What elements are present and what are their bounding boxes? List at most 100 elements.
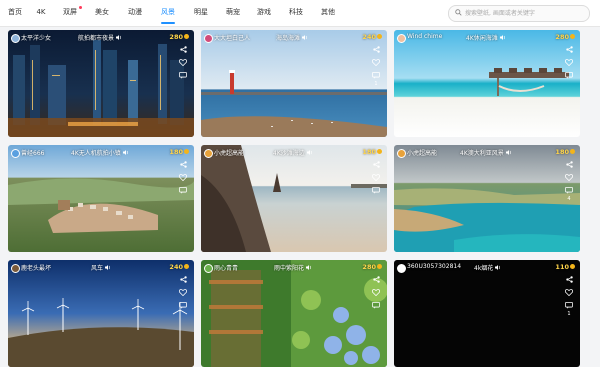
search-box[interactable] — [448, 5, 590, 22]
heart-icon[interactable] — [372, 174, 380, 181]
heart-icon[interactable] — [179, 174, 187, 181]
volume-icon[interactable] — [306, 150, 313, 155]
wallpaper-card[interactable]: 小虎超高能 4K澳大利亚风景 180 4 — [394, 145, 580, 252]
share-icon[interactable] — [179, 161, 187, 168]
tab-beauty[interactable]: 美女 — [90, 0, 114, 24]
share-icon[interactable] — [179, 46, 187, 53]
volume-icon[interactable] — [301, 35, 308, 40]
volume-icon[interactable] — [499, 35, 506, 40]
search-input[interactable] — [465, 6, 583, 21]
tab-dual-screen[interactable]: 双屏 — [58, 0, 82, 24]
heart-icon[interactable] — [179, 289, 187, 296]
volume-icon[interactable] — [505, 150, 512, 155]
tab-4k[interactable]: 4K — [30, 0, 52, 24]
price-badge: 180 — [555, 148, 575, 156]
tab-scenery[interactable]: 风景 — [155, 0, 181, 24]
tab-celebrity[interactable]: 明星 — [189, 0, 213, 24]
uploader-name[interactable]: 曾经666 — [21, 148, 44, 157]
volume-icon[interactable] — [104, 265, 111, 270]
wallpaper-card[interactable]: 大大坦白己人 海岛海滩 240 1 — [201, 30, 387, 137]
price-badge: 240 — [362, 33, 382, 41]
comment-icon[interactable] — [565, 187, 573, 194]
comment-icon[interactable] — [565, 72, 573, 79]
avatar[interactable] — [204, 149, 213, 158]
tab-anime[interactable]: 动漫 — [123, 0, 147, 24]
heart-icon[interactable] — [565, 289, 573, 296]
comment-count: 1 — [567, 311, 571, 317]
heart-icon[interactable] — [565, 59, 573, 66]
share-icon[interactable] — [179, 276, 187, 283]
volume-icon[interactable] — [305, 265, 312, 270]
coin-icon — [184, 264, 189, 269]
comment-icon[interactable] — [565, 302, 573, 309]
share-icon[interactable] — [565, 161, 573, 168]
wallpaper-card[interactable]: 曾经666 4K无人机航拍小镇 180 — [8, 145, 194, 252]
heart-icon[interactable] — [372, 59, 380, 66]
avatar[interactable] — [11, 34, 20, 43]
uploader-name[interactable]: 360U3057302814 — [407, 263, 461, 270]
avatar[interactable] — [11, 264, 20, 273]
uploader-name[interactable]: Wind chime — [407, 33, 442, 40]
uploader-name[interactable]: 太平洋少女 — [21, 33, 51, 42]
avatar[interactable] — [397, 264, 406, 273]
price-badge: 280 — [362, 263, 382, 271]
wallpaper-card[interactable]: 太平洋少女 航拍都市夜景 280 — [8, 30, 194, 137]
coin-icon — [377, 149, 382, 154]
heart-icon[interactable] — [372, 289, 380, 296]
comment-icon[interactable] — [372, 302, 380, 309]
wallpaper-title: 航拍都市夜景 — [78, 33, 122, 42]
uploader-name[interactable]: 鹿老头最坏 — [21, 263, 51, 272]
wallpaper-title: 海岛海滩 — [276, 33, 308, 42]
tab-home[interactable]: 首页 — [4, 0, 26, 24]
comment-icon[interactable] — [372, 72, 380, 79]
share-icon[interactable] — [372, 276, 380, 283]
wallpaper-title: 4k烟花 — [474, 263, 501, 272]
coin-icon — [570, 34, 575, 39]
price-badge: 110 — [555, 263, 575, 271]
avatar[interactable] — [11, 149, 20, 158]
tab-other[interactable]: 其他 — [316, 0, 340, 24]
share-icon[interactable] — [372, 161, 380, 168]
wallpaper-title: 雨中紫阳花 — [274, 263, 312, 272]
search-icon[interactable] — [455, 9, 462, 16]
tab-games[interactable]: 游戏 — [252, 0, 276, 24]
uploader-name[interactable]: 小虎超高能 — [407, 148, 437, 157]
share-icon[interactable] — [565, 46, 573, 53]
uploader-name[interactable]: 大大坦白己人 — [214, 33, 250, 42]
price-badge: 280 — [169, 33, 189, 41]
heart-icon[interactable] — [565, 174, 573, 181]
wallpaper-title: 4K休闲海滩 — [466, 33, 506, 42]
avatar[interactable] — [397, 149, 406, 158]
wallpaper-title: 4K沙滩海边 — [273, 148, 313, 157]
heart-icon[interactable] — [179, 59, 187, 66]
coin-icon — [184, 34, 189, 39]
comment-count: 4 — [567, 196, 571, 202]
price-badge: 180 — [362, 148, 382, 156]
coin-icon — [377, 34, 382, 39]
volume-icon[interactable] — [122, 150, 129, 155]
comment-icon[interactable] — [372, 187, 380, 194]
comment-icon[interactable] — [179, 72, 187, 79]
top-nav-bar: 首页 4K 双屏 美女 动漫 风景 明星 萌宠 游戏 科技 其他 — [0, 0, 600, 27]
uploader-name[interactable]: 小虎超高能 — [214, 148, 244, 157]
comment-icon[interactable] — [179, 302, 187, 309]
coin-icon — [184, 149, 189, 154]
comment-icon[interactable] — [179, 187, 187, 194]
wallpaper-card[interactable]: Wind chime 4K休闲海滩 280 — [394, 30, 580, 137]
coin-icon — [570, 149, 575, 154]
share-icon[interactable] — [372, 46, 380, 53]
volume-icon[interactable] — [495, 265, 501, 270]
avatar[interactable] — [204, 34, 213, 43]
avatar[interactable] — [397, 34, 406, 43]
tab-pets[interactable]: 萌宠 — [221, 0, 245, 24]
comment-count: 1 — [374, 81, 378, 87]
wallpaper-title: 4K无人机航拍小镇 — [71, 148, 129, 157]
volume-icon[interactable] — [115, 35, 122, 40]
uploader-name[interactable]: 雨心青青 — [214, 263, 238, 272]
wallpaper-title: 风车 — [91, 263, 111, 272]
wallpaper-card[interactable]: 小虎超高能 4K沙滩海边 180 — [201, 145, 387, 252]
wallpaper-title: 4K澳大利亚风景 — [460, 148, 512, 157]
avatar[interactable] — [204, 264, 213, 273]
tab-tech[interactable]: 科技 — [284, 0, 308, 24]
share-icon[interactable] — [565, 276, 573, 283]
